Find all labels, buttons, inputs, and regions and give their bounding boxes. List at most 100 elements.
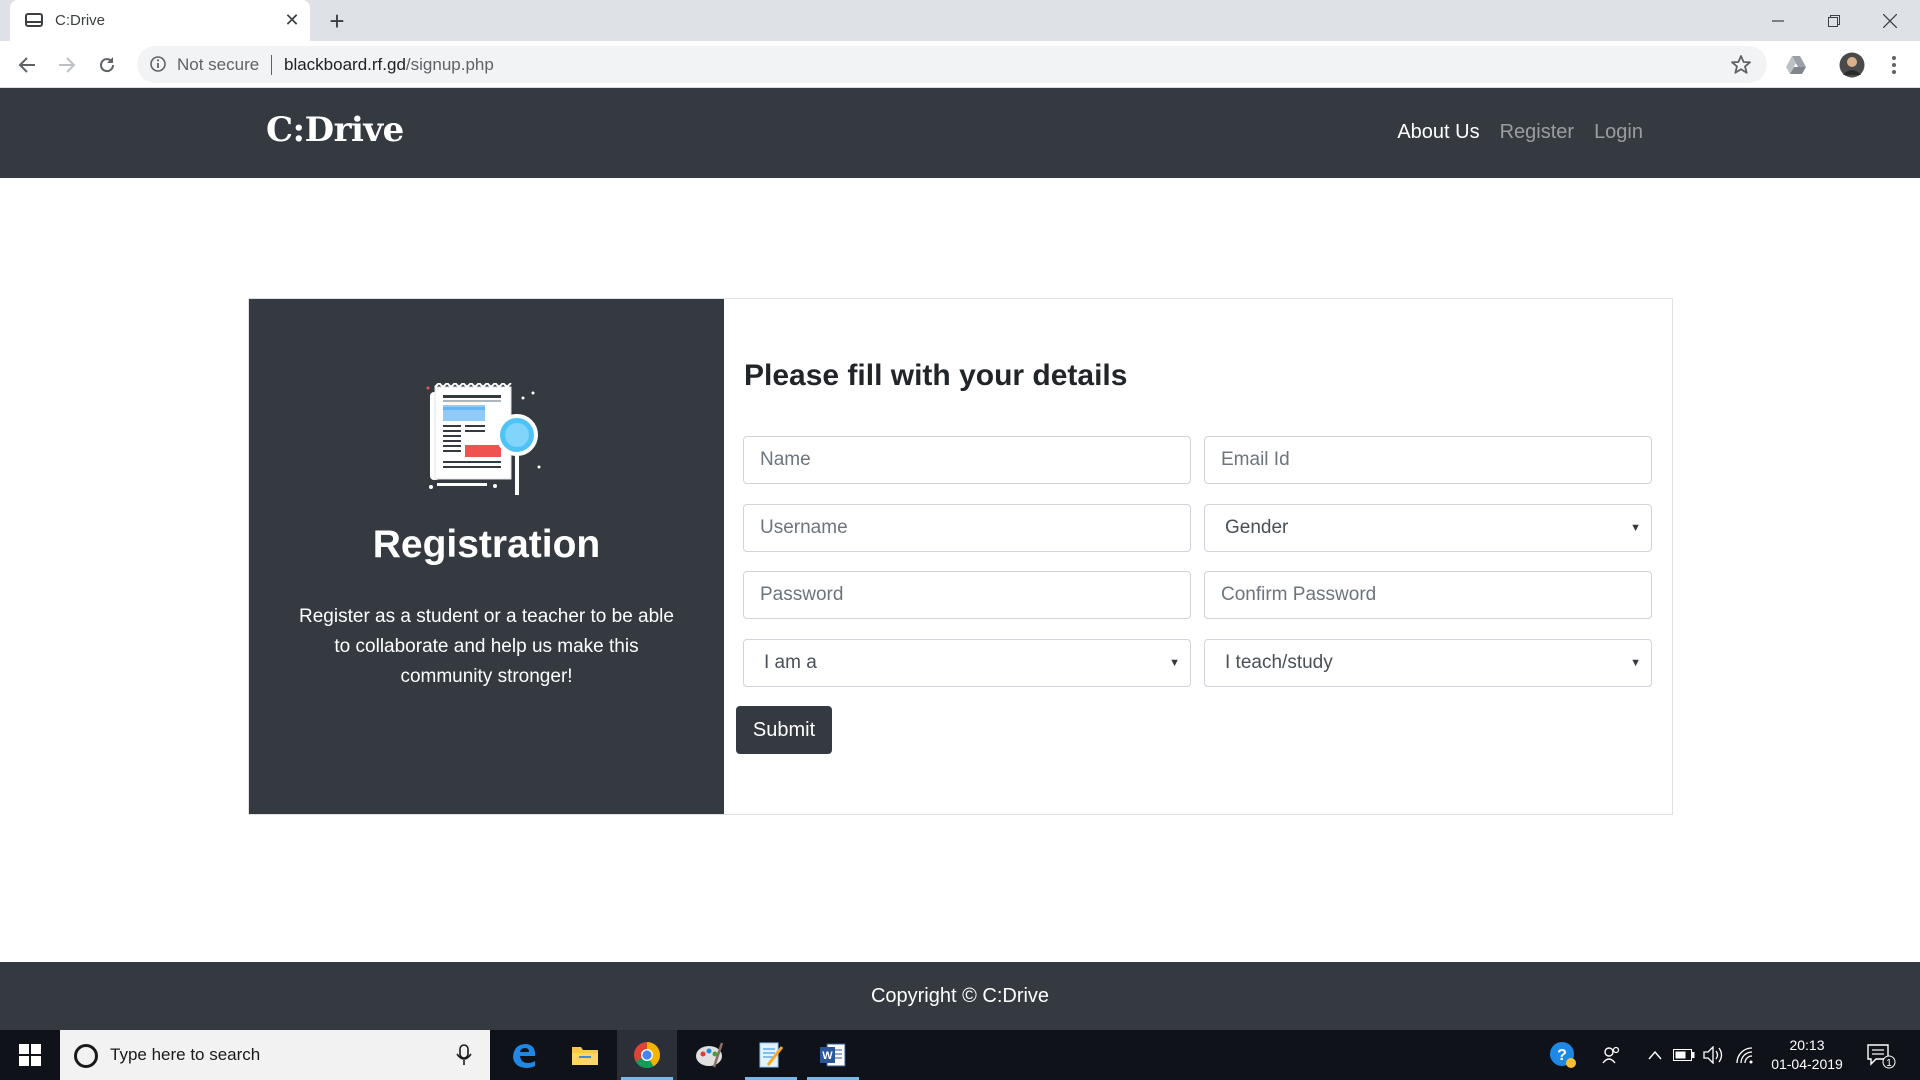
tab-title: C:Drive [55, 12, 106, 29]
profile-button[interactable] [1836, 49, 1868, 81]
role-select[interactable]: I am a ▼ [743, 639, 1191, 687]
back-button[interactable] [11, 49, 43, 81]
site-brand[interactable]: C:Drive [266, 110, 404, 150]
close-icon [1883, 13, 1897, 28]
caret-down-icon: ▼ [1630, 522, 1641, 534]
edge-icon [513, 1044, 536, 1068]
reload-icon [100, 57, 115, 73]
battery-tray-icon[interactable] [1672, 1043, 1696, 1067]
security-label: Not secure [177, 55, 260, 74]
copyright-text: Copyright © C:Drive [870, 985, 1050, 1007]
clock-time: 20:13 [1789, 1037, 1825, 1053]
nav-register[interactable]: Register [1500, 121, 1574, 144]
network-tray-icon[interactable] [1733, 1043, 1757, 1067]
people-icon [1602, 1046, 1620, 1064]
wifi-icon [1736, 1047, 1753, 1064]
minimize-icon [1772, 19, 1784, 22]
site-navbar: C:Drive About Us Register Login [0, 88, 1920, 178]
taskbar-word[interactable]: W [803, 1030, 863, 1080]
form-title: Please fill with your details [744, 359, 1128, 392]
help-tray-icon[interactable]: ? [1548, 1042, 1578, 1068]
info-icon[interactable] [149, 55, 167, 73]
confirm-password-field[interactable]: Confirm Password [1204, 571, 1652, 619]
word-icon: W [820, 1043, 846, 1067]
taskbar-chrome[interactable] [617, 1030, 677, 1080]
subject-select[interactable]: I teach/study ▼ [1204, 639, 1652, 687]
gender-select-value: Gender [1225, 517, 1289, 538]
taskbar-notepad[interactable] [741, 1030, 801, 1080]
chrome-icon [634, 1042, 661, 1069]
tab-close-icon[interactable]: ✕ [280, 8, 304, 32]
registration-form: Please fill with your details Name Email… [724, 299, 1672, 814]
bookmark-star-icon[interactable] [1729, 53, 1753, 77]
newspaper-search-icon [426, 383, 541, 495]
registration-heading: Registration [372, 523, 601, 566]
new-tab-button[interactable]: + [322, 6, 352, 36]
chevron-up-icon [1648, 1050, 1662, 1060]
more-vert-icon [1892, 56, 1896, 74]
nav-links: About Us Register Login [1397, 121, 1643, 144]
notification-center-icon[interactable]: 1 [1866, 1043, 1896, 1069]
site-footer: Copyright © C:Drive [0, 962, 1920, 1030]
start-button[interactable] [0, 1030, 60, 1080]
nav-login[interactable]: Login [1594, 121, 1643, 144]
volume-icon [1703, 1046, 1723, 1064]
arrow-left-icon [18, 57, 35, 73]
volume-tray-icon[interactable] [1702, 1043, 1726, 1067]
url-host: blackboard.rf.gd [284, 55, 406, 74]
browser-toolbar: Not secure blackboard.rf.gd/signup.php [0, 41, 1920, 88]
subject-select-value: I teach/study [1225, 652, 1333, 673]
clock-date: 01-04-2019 [1771, 1056, 1843, 1072]
url-text[interactable]: blackboard.rf.gd/signup.php [284, 55, 494, 75]
username-field[interactable]: Username [743, 504, 1191, 552]
drive-extension-button[interactable] [1780, 49, 1812, 81]
gender-select[interactable]: Gender ▼ [1204, 504, 1652, 552]
taskbar-file-explorer[interactable] [555, 1030, 615, 1080]
taskbar-search-placeholder: Type here to search [110, 1045, 261, 1064]
browser-tab-strip: C:Drive ✕ + [0, 0, 1920, 41]
system-clock[interactable]: 20:13 01-04-2019 [1762, 1036, 1852, 1074]
registration-description: Register as a student or a teacher to be… [299, 606, 674, 687]
svg-text:?: ? [1557, 1047, 1567, 1064]
show-hidden-icons[interactable] [1643, 1043, 1667, 1067]
submit-button[interactable]: Submit [736, 706, 832, 754]
browser-menu-button[interactable] [1878, 49, 1910, 81]
people-tray-icon[interactable] [1600, 1043, 1624, 1067]
caret-down-icon: ▼ [1169, 657, 1180, 669]
role-select-value: I am a [764, 652, 817, 673]
browser-tab[interactable]: C:Drive ✕ [10, 0, 310, 41]
restore-icon [1828, 14, 1840, 27]
minimize-button[interactable] [1750, 0, 1806, 41]
google-drive-icon [1786, 56, 1806, 74]
address-divider [271, 55, 272, 75]
notepad-icon [759, 1042, 784, 1068]
paint-palette-icon [696, 1042, 724, 1068]
windows-logo-icon [19, 1044, 41, 1066]
taskbar-search[interactable]: Type here to search [60, 1030, 490, 1080]
registration-card: Registration Register as a student or a … [248, 298, 1673, 815]
nav-about-us[interactable]: About Us [1397, 121, 1479, 144]
taskbar-paint[interactable] [679, 1030, 739, 1080]
url-path: /signup.php [405, 55, 494, 74]
caret-down-icon: ▼ [1630, 657, 1641, 669]
name-field[interactable]: Name [743, 436, 1191, 484]
microphone-icon[interactable] [456, 1044, 472, 1066]
cortana-icon [74, 1044, 98, 1068]
avatar [1839, 52, 1865, 78]
registration-info-panel: Registration Register as a student or a … [249, 299, 724, 814]
taskbar-edge[interactable] [494, 1030, 554, 1080]
close-window-button[interactable] [1862, 0, 1918, 41]
drive-icon [25, 13, 43, 27]
password-field[interactable]: Password [743, 571, 1191, 619]
battery-icon [1673, 1049, 1695, 1061]
folder-icon [572, 1047, 598, 1065]
arrow-right-icon [59, 57, 76, 73]
restore-button[interactable] [1806, 0, 1862, 41]
address-bar[interactable]: Not secure blackboard.rf.gd/signup.php [137, 46, 1767, 83]
windows-taskbar: Type here to search W ? 20:13 01-04-2019… [0, 1030, 1920, 1080]
svg-text:W: W [822, 1050, 833, 1062]
reload-button[interactable] [91, 49, 123, 81]
help-icon: ? [1550, 1042, 1576, 1068]
email-field[interactable]: Email Id [1204, 436, 1652, 484]
forward-button[interactable] [51, 49, 83, 81]
